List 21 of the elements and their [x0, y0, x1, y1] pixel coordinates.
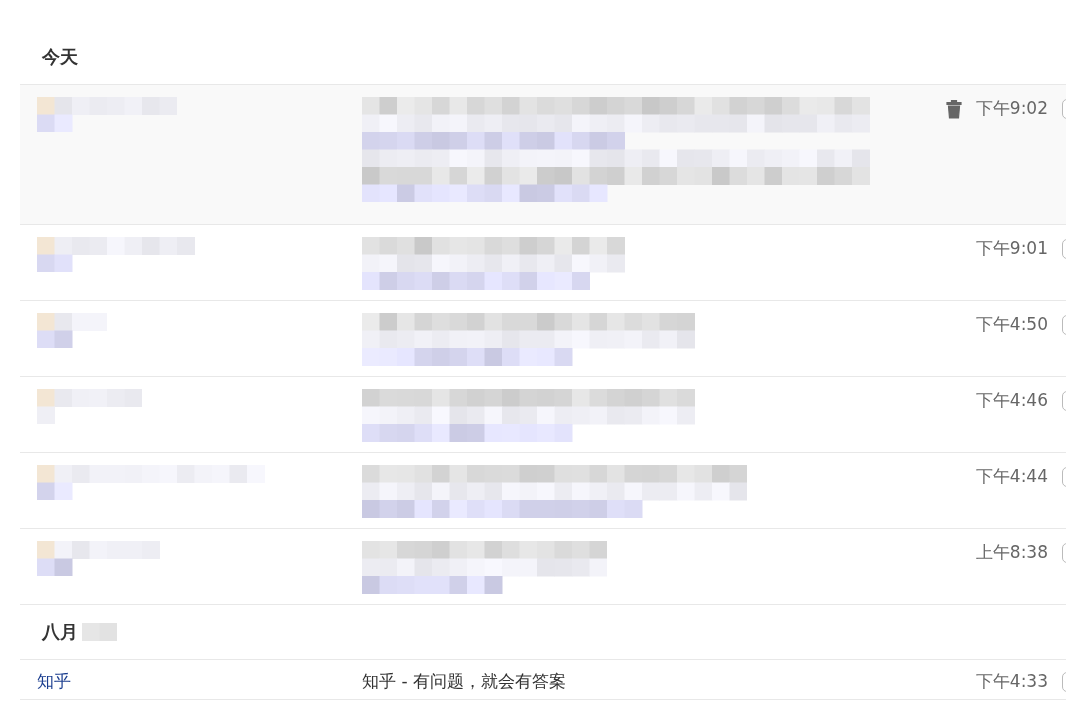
email-time: 下午4:33	[975, 670, 1048, 693]
sender-name: 知乎	[37, 671, 71, 691]
trash-icon[interactable]	[945, 98, 962, 119]
email-time: 下午9:01	[975, 237, 1048, 260]
email-row[interactable]: 下午9:01	[20, 225, 1066, 301]
email-row[interactable]: 下午4:46	[20, 377, 1066, 453]
pixelated-text-drawing	[82, 623, 117, 641]
email-row[interactable]: 上午8:38	[20, 529, 1066, 605]
email-row[interactable]: 知乎 知乎 - 有问题，就会有答案 下午4:33	[20, 660, 1066, 700]
email-row[interactable]: 下午4:44	[20, 453, 1066, 529]
email-row[interactable]: 下午4:50	[20, 301, 1066, 377]
email-time: 下午4:50	[975, 313, 1048, 336]
email-time: 上午8:38	[975, 541, 1048, 564]
pixelated-text-drawing	[37, 313, 107, 348]
email-row[interactable]: 下午9:02	[20, 85, 1066, 225]
email-time: 下午9:02	[975, 97, 1048, 120]
section-title: 今天	[42, 45, 78, 69]
section-title: 八月	[42, 620, 78, 644]
email-time: 下午4:44	[975, 465, 1048, 488]
email-subject: 知乎 - 有问题，就会有答案	[362, 671, 566, 691]
email-time: 下午4:46	[975, 389, 1048, 412]
